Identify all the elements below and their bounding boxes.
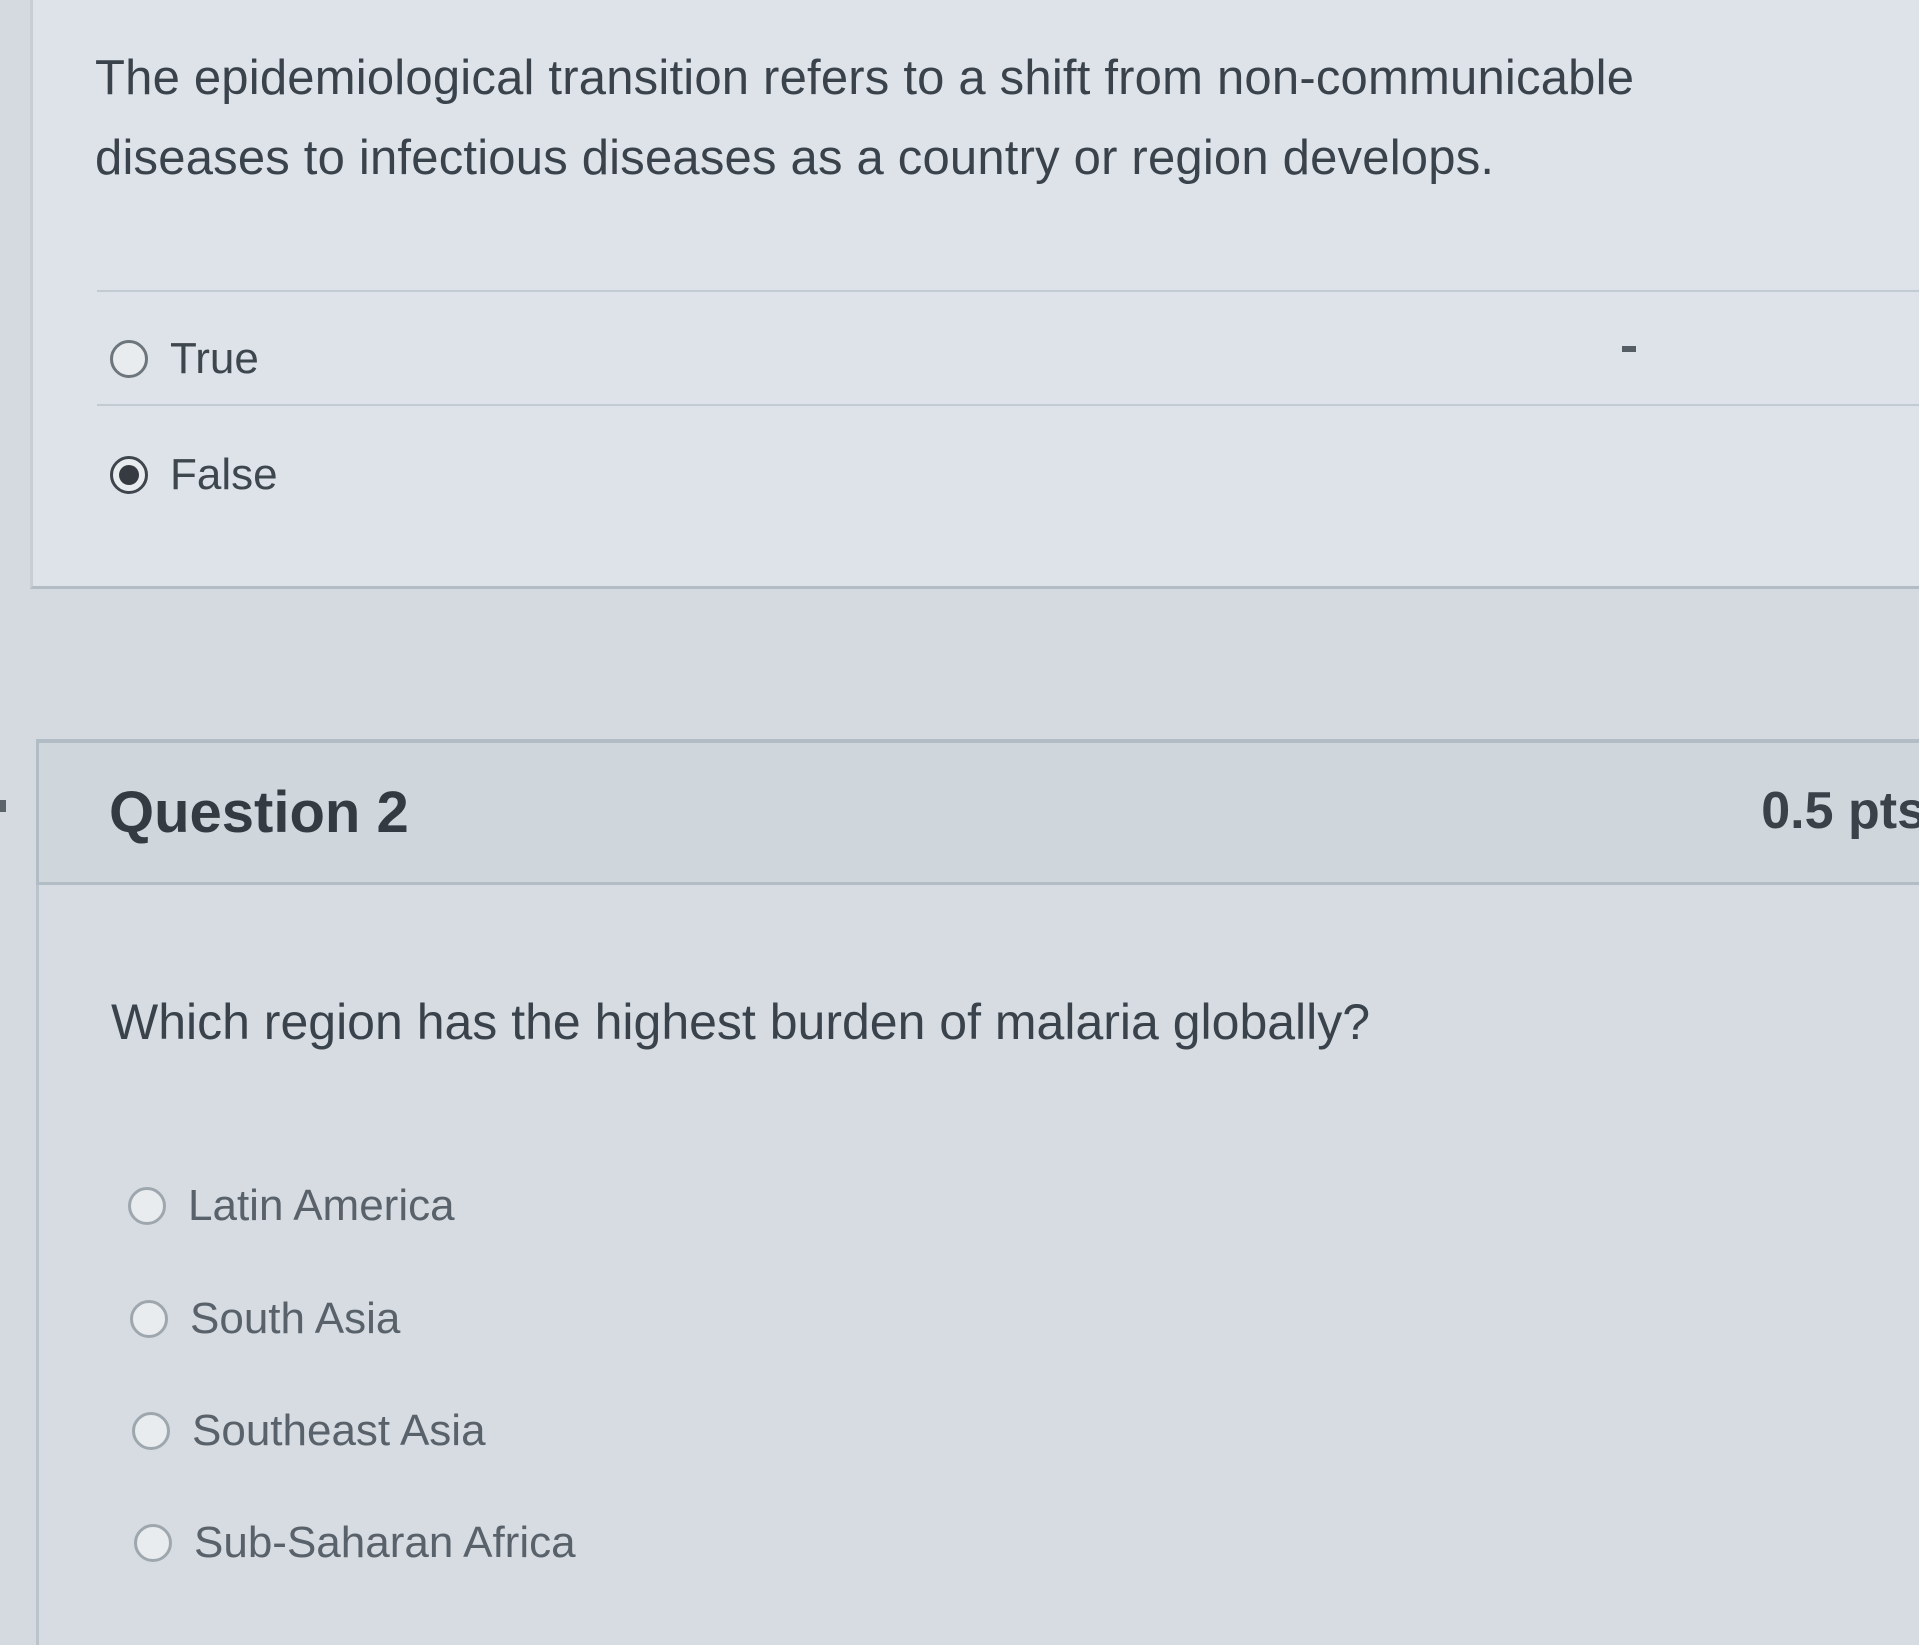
radio-button-icon[interactable] (134, 1524, 172, 1562)
answer-label: Sub-Saharan Africa (194, 1518, 576, 1567)
answer-option-false[interactable]: False (110, 450, 278, 500)
cursor-mark (1622, 346, 1636, 352)
question-1-text: The epidemiological transition refers to… (95, 51, 1635, 185)
answer-option-true[interactable]: True (110, 334, 259, 384)
radio-button-icon[interactable] (128, 1187, 166, 1225)
radio-button-selected-icon[interactable] (110, 456, 148, 494)
radio-button-icon[interactable] (130, 1300, 168, 1338)
answer-option-latin-america[interactable]: Latin America (128, 1181, 455, 1231)
question-marker (0, 800, 6, 812)
answer-label: Southeast Asia (192, 1406, 486, 1455)
question-2-header: Question 2 0.5 pts (36, 739, 1919, 885)
question-title: Question 2 (109, 780, 409, 845)
radio-button-icon[interactable] (110, 340, 148, 378)
question-1-card: The epidemiological transition refers to… (30, 0, 1919, 589)
answer-label: True (170, 334, 259, 383)
question-points: 0.5 pts (1761, 782, 1919, 840)
answer-option-southeast-asia[interactable]: Southeast Asia (132, 1406, 486, 1456)
question-1-divider (97, 290, 1919, 292)
answer-option-south-asia[interactable]: South Asia (130, 1294, 400, 1344)
answer-label: South Asia (190, 1294, 401, 1343)
answer-divider (97, 404, 1919, 406)
radio-button-icon[interactable] (132, 1412, 170, 1450)
answer-label: False (170, 450, 278, 499)
answer-option-sub-saharan-africa[interactable]: Sub-Saharan Africa (134, 1518, 576, 1568)
answer-label: Latin America (188, 1181, 455, 1230)
question-2-text: Which region has the highest burden of m… (111, 994, 1371, 1050)
